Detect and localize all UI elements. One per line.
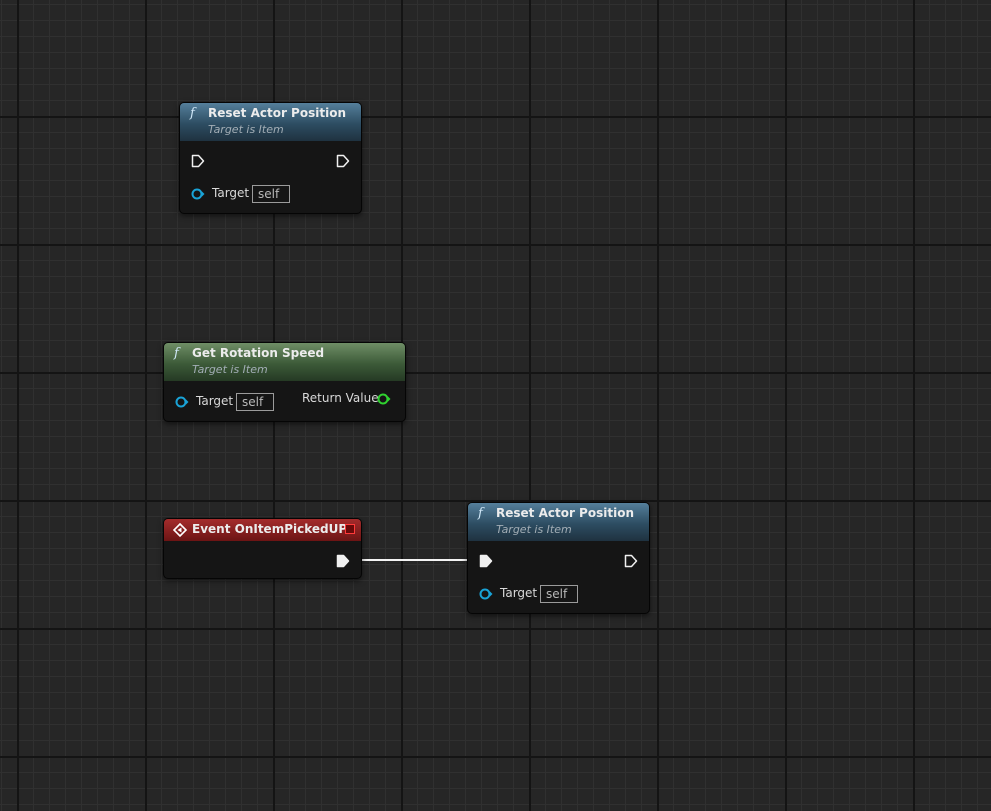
target-pin-label: Target <box>500 586 538 600</box>
object-pin-icon[interactable] <box>479 587 493 601</box>
event-on-item-picked-up-node[interactable]: Event OnItemPickedUP <box>163 518 362 579</box>
function-icon: f <box>190 106 195 121</box>
return-value-label: Return Value <box>302 391 379 405</box>
target-default-input[interactable]: self <box>236 393 274 411</box>
event-diamond-icon <box>172 523 188 537</box>
return-value-pin-icon[interactable] <box>377 392 391 406</box>
function-icon: f <box>174 346 179 361</box>
exec-out-pin-icon[interactable] <box>336 154 350 168</box>
node-subtitle: Target is Item <box>496 523 572 536</box>
node-header[interactable]: Event OnItemPickedUP <box>164 519 361 541</box>
node-title: Reset Actor Position <box>208 106 346 120</box>
target-pin-label: Target <box>212 186 250 200</box>
node-title: Get Rotation Speed <box>192 346 325 360</box>
target-pin-label: Target <box>196 394 234 408</box>
object-pin-icon[interactable] <box>175 395 189 409</box>
node-subtitle: Target is Item <box>208 123 284 136</box>
exec-out-pin-icon[interactable] <box>624 554 638 568</box>
exec-out-pin-icon[interactable] <box>336 554 350 568</box>
node-title: Event OnItemPickedUP <box>192 522 348 536</box>
delegate-pin-icon[interactable] <box>345 524 355 534</box>
target-default-input[interactable]: self <box>540 585 578 603</box>
exec-wire <box>349 559 478 561</box>
reset-actor-position-node[interactable]: f Reset Actor Position Target is Item Ta… <box>467 502 650 614</box>
node-header[interactable]: f Reset Actor Position Target is Item <box>468 503 649 541</box>
exec-in-pin-icon[interactable] <box>191 154 205 168</box>
node-title: Reset Actor Position <box>496 506 634 520</box>
node-header[interactable]: f Get Rotation Speed Target is Item <box>164 343 405 381</box>
reset-actor-position-node[interactable]: f Reset Actor Position Target is Item Ta… <box>179 102 362 214</box>
node-subtitle: Target is Item <box>192 363 268 376</box>
object-pin-icon[interactable] <box>191 187 205 201</box>
target-default-input[interactable]: self <box>252 185 290 203</box>
exec-in-pin-icon[interactable] <box>479 554 493 568</box>
node-header[interactable]: f Reset Actor Position Target is Item <box>180 103 361 141</box>
get-rotation-speed-node[interactable]: f Get Rotation Speed Target is Item Targ… <box>163 342 406 422</box>
function-icon: f <box>478 506 483 521</box>
